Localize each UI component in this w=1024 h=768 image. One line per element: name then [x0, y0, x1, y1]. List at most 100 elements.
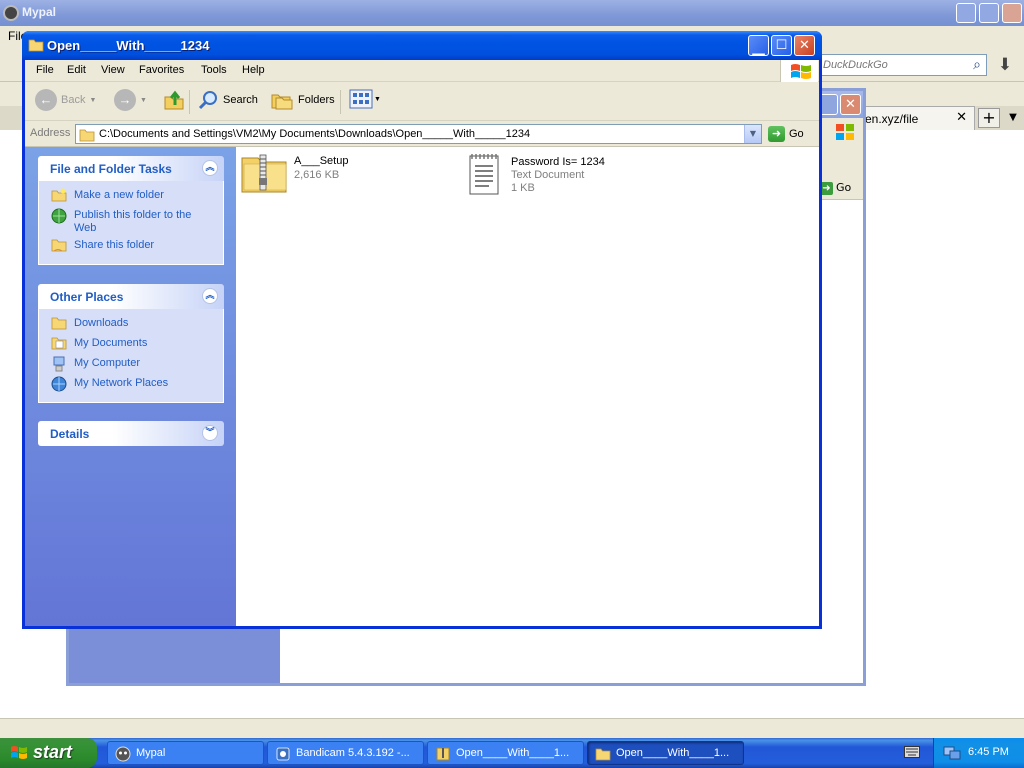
go-label: Go — [789, 127, 804, 140]
folders-icon — [271, 94, 293, 110]
browser-search-input[interactable]: DuckDuckGo ⌕ — [812, 54, 987, 76]
explorer-titlebar[interactable]: Open_____With_____1234 ▁ ☐ ✕ — [22, 31, 822, 60]
new-tab-button[interactable]: + — [978, 108, 1000, 128]
file-name: A___Setup — [294, 155, 349, 167]
panel-header[interactable]: File and Folder Tasks ︽ — [38, 156, 224, 181]
menu-help[interactable]: Help — [242, 64, 265, 76]
menu-tools[interactable]: Tools — [201, 64, 227, 76]
bandicam-icon — [276, 747, 290, 761]
taskbar-button-archive[interactable]: Open____With____1... — [427, 741, 584, 765]
menu-favorites[interactable]: Favorites — [139, 64, 184, 76]
menu-file[interactable]: File — [36, 64, 54, 76]
toolbar-separator — [189, 90, 190, 114]
expand-chevron-icon[interactable]: ︾ — [202, 425, 218, 441]
forward-button[interactable]: → ▼ — [114, 89, 147, 113]
start-button[interactable]: start — [0, 738, 97, 768]
back-dropdown-icon[interactable]: ▼ — [89, 97, 96, 104]
background-window-go-button[interactable]: ➜ Go — [820, 181, 851, 195]
go-button[interactable]: ➜ Go — [768, 126, 804, 142]
window-title: Open_____With_____1234 — [47, 38, 210, 53]
address-input[interactable]: C:\Documents and Settings\VM2\My Documen… — [75, 124, 762, 144]
browser-maximize-button[interactable] — [979, 3, 999, 23]
taskbar-button-bandicam[interactable]: Bandicam 5.4.3.192 -... — [267, 741, 424, 765]
views-grid-icon — [349, 89, 373, 109]
mypal-icon — [115, 746, 131, 762]
up-folder-button[interactable] — [163, 89, 185, 113]
collapse-chevron-icon[interactable]: ︽ — [202, 288, 218, 304]
panel-header[interactable]: Details ︾ — [38, 421, 224, 446]
download-icon[interactable]: ⬇ — [991, 52, 1019, 78]
browser-search-placeholder: DuckDuckGo — [823, 59, 888, 71]
new-folder-icon — [51, 188, 67, 202]
menu-edit[interactable]: Edit — [67, 64, 86, 76]
keyboard-icon[interactable] — [904, 746, 920, 758]
back-label: Back — [61, 94, 86, 106]
folders-button[interactable]: Folders — [270, 89, 335, 113]
address-label: Address — [30, 127, 71, 139]
file-folder-tasks-panel: File and Folder Tasks ︽ Make a new folde… — [38, 156, 224, 265]
share-folder-link[interactable]: Share this folder — [39, 238, 223, 258]
my-documents-link[interactable]: My Documents — [39, 336, 223, 356]
task-label: Make a new folder — [74, 189, 164, 201]
views-button[interactable]: ▼ — [349, 89, 381, 113]
explorer-window[interactable]: Open_____With_____1234 ▁ ☐ ✕ File Edit V… — [22, 31, 822, 629]
task-label: Publish this folder to the Web — [74, 209, 192, 234]
tab-list-chevron-icon[interactable]: ▼ — [1004, 108, 1022, 128]
place-label: My Computer — [74, 357, 141, 369]
my-network-places-link[interactable]: My Network Places — [39, 376, 223, 396]
publish-to-web-link[interactable]: Publish this folder to the Web — [39, 208, 223, 238]
close-tab-icon[interactable]: ✕ — [956, 110, 967, 125]
taskbar-button-explorer[interactable]: Open____With____1... — [587, 741, 744, 765]
windows-logo — [780, 60, 818, 82]
globe-icon — [51, 208, 67, 224]
start-label: start — [33, 742, 73, 762]
panel-header[interactable]: Other Places ︽ — [38, 284, 224, 309]
downloads-link[interactable]: Downloads — [39, 316, 223, 336]
place-label: My Documents — [74, 337, 148, 349]
windows-flag-icon — [11, 746, 27, 759]
clock[interactable]: 6:45 PM — [968, 746, 1009, 758]
addressbar: Address C:\Documents and Settings\VM2\My… — [25, 121, 819, 147]
task-pane: File and Folder Tasks ︽ Make a new folde… — [25, 147, 236, 626]
my-documents-icon — [51, 337, 67, 350]
back-button[interactable]: ← Back ▼ — [35, 89, 96, 113]
menubar: File Edit View Favorites Tools Help — [25, 60, 819, 82]
share-folder-icon — [51, 239, 67, 252]
other-places-panel: Other Places ︽ Downloads My Documents My… — [38, 284, 224, 403]
search-icon[interactable]: ⌕ — [973, 57, 981, 73]
views-dropdown-icon[interactable]: ▼ — [374, 96, 381, 103]
taskbar-button-mypal[interactable]: Mypal — [107, 741, 264, 765]
my-computer-link[interactable]: My Computer — [39, 356, 223, 376]
windows-logo-icon — [836, 124, 854, 140]
windows-flag-icon — [791, 64, 811, 79]
file-list[interactable]: A___Setup 2,616 KB Password Is= 1234 Tex… — [236, 147, 819, 626]
network-tray-icon[interactable] — [943, 745, 961, 761]
search-magnifier-icon — [198, 91, 217, 110]
minimize-button[interactable]: ▁ — [748, 35, 769, 56]
file-item[interactable]: A___Setup 2,616 KB — [240, 152, 420, 198]
folder-icon — [79, 129, 95, 142]
maximize-button[interactable]: ☐ — [771, 35, 792, 56]
collapse-chevron-icon[interactable]: ︽ — [202, 160, 218, 176]
search-label: Search — [223, 94, 258, 106]
taskbar: start Mypal Bandicam 5.4.3.192 -... Open… — [0, 738, 1024, 768]
forward-dropdown-icon[interactable]: ▼ — [140, 97, 147, 104]
make-new-folder-link[interactable]: Make a new folder — [39, 188, 223, 208]
system-tray: 6:45 PM — [933, 738, 1024, 768]
search-button[interactable]: Search — [197, 89, 258, 113]
browser-statusbar — [0, 718, 1024, 738]
browser-minimize-button[interactable] — [956, 3, 976, 23]
browser-close-button[interactable] — [1002, 3, 1022, 23]
browser-titlebar[interactable]: Mypal — [0, 0, 1024, 26]
toolbar-separator — [340, 90, 341, 114]
menu-view[interactable]: View — [101, 64, 125, 76]
file-size: 1 KB — [511, 182, 535, 194]
address-dropdown-icon[interactable]: ▼ — [744, 125, 761, 143]
file-item[interactable]: Password Is= 1234 Text Document 1 KB — [464, 152, 664, 200]
close-button[interactable]: ✕ — [794, 35, 815, 56]
taskbar-button-label: Open____With____1... — [616, 747, 730, 759]
file-name: Password Is= 1234 — [511, 156, 605, 168]
zip-folder-icon — [241, 154, 287, 193]
browser-title: Mypal — [22, 5, 57, 19]
background-window-close-button[interactable]: ✕ — [840, 94, 861, 115]
